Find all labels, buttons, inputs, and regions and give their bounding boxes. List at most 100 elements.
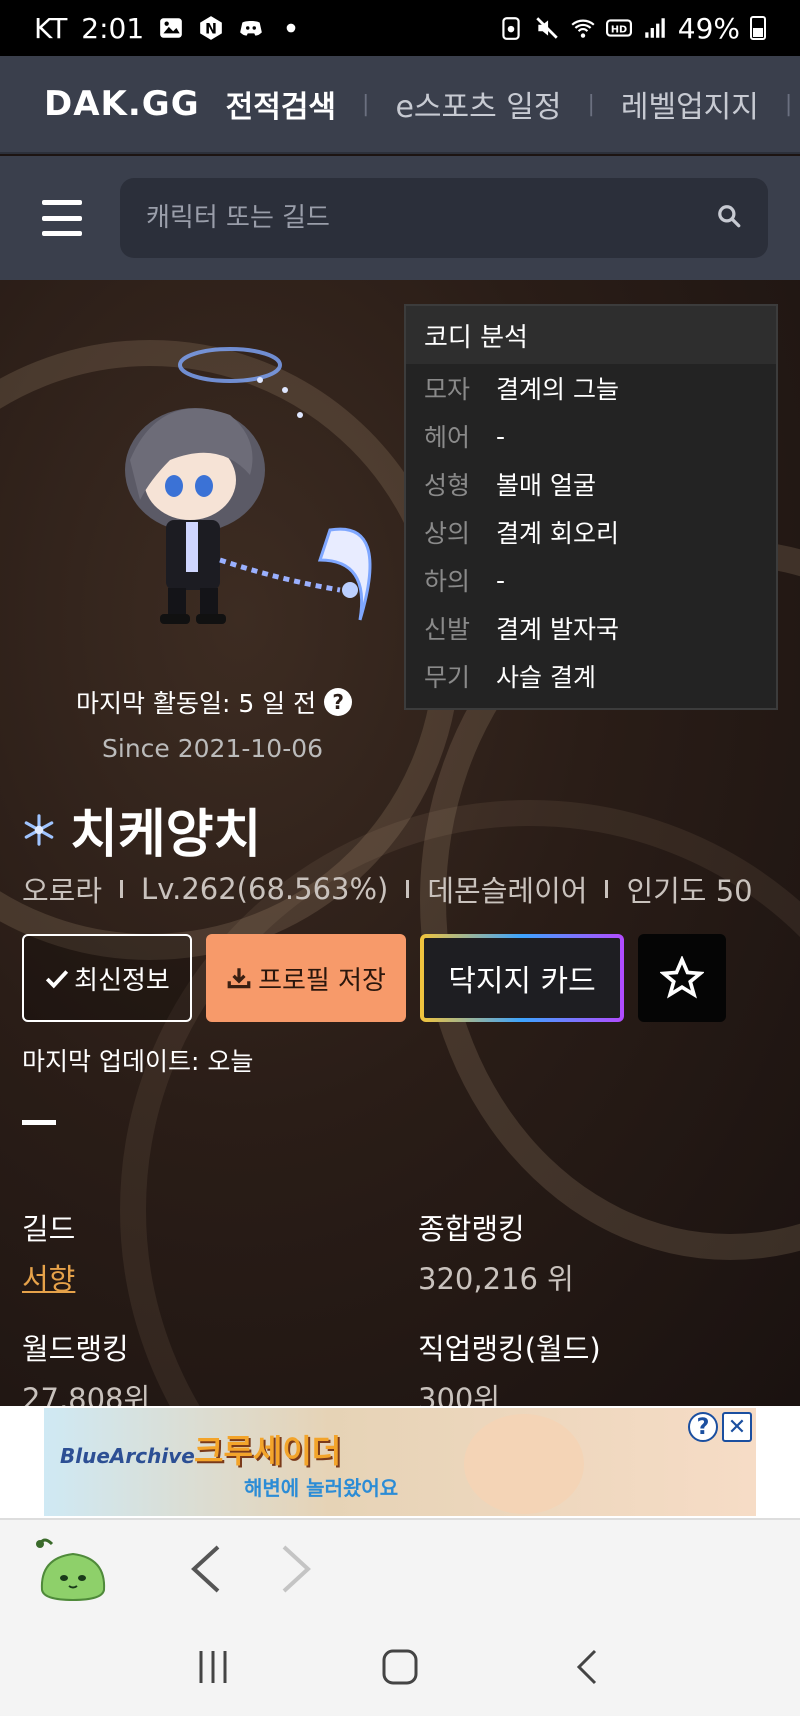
nav-levelup[interactable]: 레벨업지지 xyxy=(621,82,759,126)
nav-esports-schedule[interactable]: e스포츠 일정 xyxy=(395,82,561,126)
nav-separator: | xyxy=(587,91,595,117)
nav-record-search[interactable]: 전적검색 xyxy=(226,82,336,126)
nav-separator: | xyxy=(362,91,370,117)
character-name: 치케양치 xyxy=(70,805,262,865)
codi-value: 볼매 얼굴 xyxy=(496,471,596,500)
battery-percent: 49% xyxy=(677,11,740,45)
guild-stat: 길드 서향 xyxy=(22,1206,75,1298)
top-nav: DAK.GG 전적검색 | e스포츠 일정 | 레벨업지지 | WG xyxy=(0,56,800,154)
codi-analysis-panel: 코디 분석 모자 결계의 그늘 헤어 - 성형 볼매 얼굴 상의 결계 회오리 하의 - … xyxy=(404,304,778,710)
codi-analysis-title: 코디 분석 xyxy=(406,306,776,364)
ad-banner[interactable]: BlueArchive 크루세이더 해변에 놀러왔어요 ? ✕ xyxy=(44,1408,756,1516)
browser-toolbar xyxy=(0,1518,800,1618)
search-input[interactable] xyxy=(146,203,716,233)
star-icon xyxy=(660,956,704,999)
codi-row: 성형 볼매 얼굴 xyxy=(406,460,776,508)
info-separator xyxy=(605,880,609,898)
codi-key: 무기 xyxy=(424,663,471,692)
total-rank-label: 종합랭킹 xyxy=(418,1212,525,1246)
codi-value: 결계의 그늘 xyxy=(496,375,619,404)
codi-key: 성형 xyxy=(424,471,471,500)
codi-row: 하의 - xyxy=(406,556,776,604)
character-job: 데몬슬레이어 xyxy=(427,874,588,908)
character-popularity: 인기도 50 xyxy=(626,874,753,908)
nav-separator: | xyxy=(784,91,793,117)
search-bar xyxy=(0,156,800,280)
codi-value: - xyxy=(496,421,506,451)
character-level: Lv.262(68.563%) xyxy=(141,872,389,906)
character-avatar xyxy=(125,347,372,624)
refresh-button[interactable]: 최신정보 xyxy=(22,934,192,1022)
character-name-row: 치케양치 xyxy=(22,792,261,867)
world-rank-value: 27,808위 xyxy=(22,1382,151,1406)
favorite-button[interactable] xyxy=(638,934,726,1022)
world-rank-label: 월드랭킹 xyxy=(22,1332,129,1366)
ad-area: BlueArchive 크루세이더 해변에 놀러왔어요 ? ✕ xyxy=(0,1406,800,1518)
download-icon xyxy=(227,968,251,989)
search-box xyxy=(120,178,768,258)
signal-icon xyxy=(642,15,668,41)
ad-info-icon[interactable]: ? xyxy=(688,1412,718,1442)
forward-arrow-icon[interactable] xyxy=(276,1543,316,1595)
wifi-icon xyxy=(570,15,596,41)
world-rank-stat: 월드랭킹 27,808위 xyxy=(22,1326,150,1406)
world-name: 오로라 xyxy=(22,874,103,908)
ad-logo: BlueArchive xyxy=(60,1444,195,1468)
last-update: 마지막 업데이트: 오늘 xyxy=(22,1047,254,1076)
carrier: KT xyxy=(34,11,68,45)
gallery-icon xyxy=(158,15,184,41)
total-rank-value: 320,216 위 xyxy=(418,1262,574,1296)
codi-key: 헤어 xyxy=(424,423,471,452)
ad-close-icon[interactable]: ✕ xyxy=(722,1412,752,1442)
hd-icon: HD xyxy=(605,15,632,41)
alarm-icon xyxy=(498,15,524,41)
total-rank-stat: 종합랭킹 320,216 위 xyxy=(418,1206,574,1298)
help-icon[interactable]: ? xyxy=(324,688,353,716)
android-nav-bar xyxy=(0,1618,800,1716)
n-app-icon: N xyxy=(198,15,224,41)
dak-card-button[interactable]: 닥지지 카드 xyxy=(420,934,624,1022)
codi-value: 사슬 결계 xyxy=(496,663,596,692)
search-icon[interactable] xyxy=(716,203,742,233)
mute-icon xyxy=(534,15,560,41)
ad-subtitle: 해변에 놀러왔어요 xyxy=(244,1476,399,1500)
refresh-button-label: 최신정보 xyxy=(74,965,170,996)
ad-controls: ? ✕ xyxy=(688,1412,752,1442)
svg-text:HD: HD xyxy=(611,24,627,35)
info-separator xyxy=(120,880,124,898)
codi-row: 상의 결계 회오리 xyxy=(406,508,776,556)
ad-title: 크루세이더 xyxy=(194,1432,342,1470)
codi-key: 상의 xyxy=(424,519,471,548)
back-arrow-icon[interactable] xyxy=(186,1543,226,1595)
codi-row: 신발 결계 발자국 xyxy=(406,604,776,652)
character-info: 오로라 Lv.262(68.563%) 데몬슬레이어 인기도 50 xyxy=(22,868,753,910)
guild-link[interactable]: 서향 xyxy=(22,1256,75,1298)
job-rank-stat: 직업랭킹(월드) 300위 xyxy=(418,1326,601,1406)
codi-value: 결계 발자국 xyxy=(496,615,619,644)
svg-text:N: N xyxy=(205,21,217,37)
job-rank-value: 300위 xyxy=(418,1382,501,1406)
system-back-icon[interactable] xyxy=(567,1647,607,1687)
codi-key: 신발 xyxy=(424,615,471,644)
codi-value: 결계 회오리 xyxy=(496,519,619,548)
since-date: Since 2021-10-06 xyxy=(102,734,324,763)
discord-icon xyxy=(238,15,264,41)
home-icon[interactable] xyxy=(380,1647,420,1687)
recent-apps-icon[interactable] xyxy=(193,1647,233,1687)
info-separator xyxy=(406,880,410,898)
dot-icon xyxy=(278,15,304,41)
dak-card-label: 닥지지 카드 xyxy=(448,964,596,999)
codi-key: 모자 xyxy=(424,375,471,404)
ad-character-image xyxy=(464,1414,584,1514)
codi-row: 헤어 - xyxy=(406,412,776,460)
slime-mascot-icon[interactable] xyxy=(36,1534,110,1604)
job-rank-label: 직업랭킹(월드) xyxy=(418,1332,601,1366)
check-icon xyxy=(46,970,69,989)
site-logo[interactable]: DAK.GG xyxy=(44,84,200,124)
world-snowflake-icon xyxy=(24,813,54,846)
last-active-text: 마지막 활동일: 5 일 전 xyxy=(76,689,317,718)
hamburger-menu-button[interactable] xyxy=(42,200,82,236)
save-profile-button[interactable]: 프로필 저장 xyxy=(206,934,406,1022)
divider xyxy=(22,1120,56,1125)
action-buttons: 최신정보 프로필 저장 닥지지 카드 xyxy=(22,934,726,1022)
